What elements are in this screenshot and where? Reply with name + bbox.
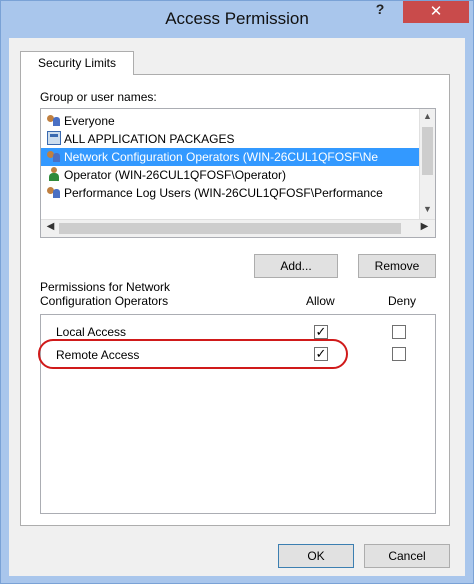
add-button[interactable]: Add... bbox=[254, 254, 338, 278]
horizontal-scrollbar[interactable]: ◀ ▶ bbox=[41, 219, 435, 237]
list-item-label: Performance Log Users (WIN-26CUL1QFOSF\P… bbox=[64, 186, 383, 200]
list-item-everyone[interactable]: Everyone bbox=[41, 112, 421, 130]
local-access-allow-checkbox[interactable]: ✓ bbox=[314, 325, 328, 339]
list-item-label: ALL APPLICATION PACKAGES bbox=[64, 132, 235, 146]
scroll-down-icon[interactable]: ▼ bbox=[420, 204, 435, 214]
checkmark-icon: ✓ bbox=[315, 324, 327, 339]
permissions-label-line-2: Configuration Operators bbox=[40, 294, 169, 308]
deny-column-header: Deny bbox=[388, 294, 417, 308]
group-icon bbox=[47, 185, 61, 199]
vertical-scrollbar[interactable]: ▲ ▼ bbox=[419, 109, 435, 219]
permission-local-access-label: Local Access bbox=[56, 325, 127, 339]
remove-button[interactable]: Remove bbox=[358, 254, 436, 278]
ok-button[interactable]: OK bbox=[278, 544, 354, 568]
scroll-up-icon[interactable]: ▲ bbox=[420, 111, 435, 121]
list-item-network-configuration-operators[interactable]: Network Configuration Operators (WIN-26C… bbox=[41, 148, 421, 166]
scroll-right-icon[interactable]: ▶ bbox=[417, 221, 432, 232]
group-or-user-names-label: Group or user names: bbox=[40, 90, 157, 104]
permissions-label: Permissions for Network Configuration Op… bbox=[40, 280, 170, 308]
group-icon bbox=[47, 149, 61, 163]
permissions-label-line-1: Permissions for Network bbox=[40, 280, 171, 294]
help-button[interactable]: ? bbox=[359, 1, 401, 23]
remote-access-deny-checkbox[interactable] bbox=[392, 347, 406, 361]
list-item-performance-log-users[interactable]: Performance Log Users (WIN-26CUL1QFOSF\P… bbox=[41, 184, 421, 202]
users-list[interactable]: Everyone ALL APPLICATION PACKAGES Networ… bbox=[40, 108, 436, 238]
remote-access-highlight-annotation bbox=[38, 339, 348, 369]
group-icon bbox=[47, 113, 61, 127]
cancel-button[interactable]: Cancel bbox=[364, 544, 450, 568]
vertical-scroll-thumb[interactable] bbox=[422, 127, 433, 175]
tab-security-limits[interactable]: Security Limits bbox=[20, 51, 134, 75]
local-access-deny-checkbox[interactable] bbox=[392, 325, 406, 339]
close-button[interactable]: ✕ bbox=[403, 1, 469, 23]
app-packages-icon bbox=[47, 131, 61, 145]
list-item-label: Network Configuration Operators (WIN-26C… bbox=[64, 150, 379, 164]
list-item-operator[interactable]: Operator (WIN-26CUL1QFOSF\Operator) bbox=[41, 166, 421, 184]
horizontal-scroll-thumb[interactable] bbox=[59, 223, 401, 234]
close-icon: ✕ bbox=[429, 3, 443, 20]
list-item-all-application-packages[interactable]: ALL APPLICATION PACKAGES bbox=[41, 130, 421, 148]
allow-column-header: Allow bbox=[306, 294, 335, 308]
user-icon bbox=[47, 167, 61, 181]
scroll-left-icon[interactable]: ◀ bbox=[43, 221, 58, 232]
list-item-label: Operator (WIN-26CUL1QFOSF\Operator) bbox=[64, 168, 287, 182]
list-item-label: Everyone bbox=[64, 114, 115, 128]
title-bar[interactable]: Access Permission ? ✕ bbox=[1, 1, 473, 37]
